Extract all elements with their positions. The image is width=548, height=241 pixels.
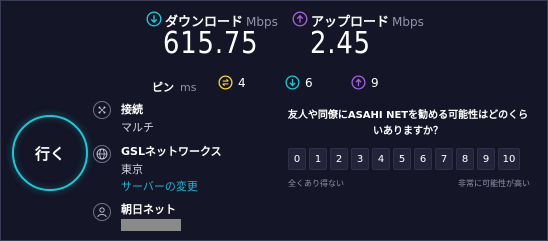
survey-option-0[interactable]: 0 xyxy=(288,148,306,170)
ping-unit: ms xyxy=(180,81,197,94)
idle-latency-value: 4 xyxy=(238,76,246,90)
survey-option-4[interactable]: 4 xyxy=(372,148,390,170)
user-icon xyxy=(93,203,111,221)
survey-option-10[interactable]: 10 xyxy=(498,148,520,170)
upload-speed-value: 2.45 xyxy=(310,26,371,61)
download-latency-value: 6 xyxy=(305,76,313,90)
go-button-label: 行く xyxy=(34,144,65,163)
survey-option-3[interactable]: 3 xyxy=(351,148,369,170)
go-button[interactable]: 行く xyxy=(12,115,88,191)
idle-latency-icon xyxy=(218,75,233,90)
download-latency-icon xyxy=(285,75,300,90)
upload-icon xyxy=(292,11,308,27)
server-name: GSLネットワークス xyxy=(121,145,222,158)
survey-option-1[interactable]: 1 xyxy=(309,148,327,170)
survey-question: 友人や同僚にASAHI NETを勧める可能性はどのくらいありますか？ xyxy=(287,110,529,137)
survey-option-7[interactable]: 7 xyxy=(435,148,453,170)
survey-option-8[interactable]: 8 xyxy=(456,148,474,170)
survey-scale: 0 1 2 3 4 5 6 7 8 9 10 xyxy=(288,148,520,170)
change-server-link[interactable]: サーバーの変更 xyxy=(121,178,198,194)
survey-option-2[interactable]: 2 xyxy=(330,148,348,170)
server-location: 東京 xyxy=(121,163,143,176)
survey-low-label: 全くあり得ない xyxy=(288,179,344,188)
upload-latency-value: 9 xyxy=(371,76,379,90)
survey-high-label: 非常に可能性が高い xyxy=(458,179,530,188)
provider-name: 朝日ネット xyxy=(121,203,176,216)
connection-mode: マルチ xyxy=(121,121,154,134)
survey-option-9[interactable]: 9 xyxy=(477,148,495,170)
connection-title: 接続 xyxy=(121,103,143,116)
survey-option-5[interactable]: 5 xyxy=(393,148,411,170)
upload-unit: Mbps xyxy=(392,15,424,29)
globe-icon xyxy=(93,145,111,163)
download-icon xyxy=(146,11,162,27)
connections-icon xyxy=(93,101,111,119)
ping-label: ピン ms xyxy=(152,81,197,94)
redacted-ip-address xyxy=(121,219,181,231)
download-speed-value: 615.75 xyxy=(163,26,259,61)
upload-latency-icon xyxy=(351,75,366,90)
survey-option-6[interactable]: 6 xyxy=(414,148,432,170)
